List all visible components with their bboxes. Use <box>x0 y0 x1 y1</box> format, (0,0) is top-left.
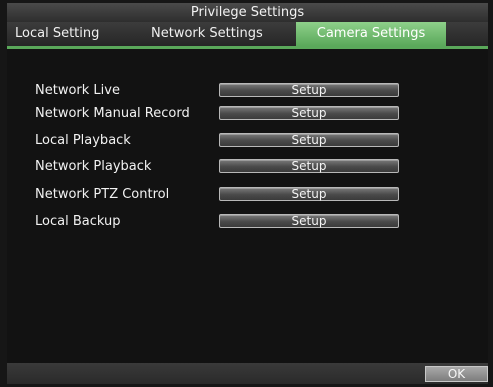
network-live-setup-button[interactable]: Setup <box>219 83 399 97</box>
tab-network-settings[interactable]: Network Settings <box>147 22 295 46</box>
dialog-footer: OK <box>7 363 488 384</box>
setting-label: Network Live <box>35 83 120 98</box>
setting-row-network-playback: Network Playback Setup <box>7 157 488 177</box>
setting-row-local-backup: Local Backup Setup <box>7 212 488 232</box>
dialog-title: Privilege Settings <box>7 3 488 22</box>
ok-button[interactable]: OK <box>425 366 488 382</box>
setting-label: Local Playback <box>35 133 131 148</box>
local-playback-setup-button[interactable]: Setup <box>219 133 399 147</box>
network-manual-record-setup-button[interactable]: Setup <box>219 106 399 120</box>
setting-label: Network Manual Record <box>35 106 190 121</box>
setting-row-network-live: Network Live Setup <box>7 81 488 101</box>
setting-row-network-ptz-control: Network PTZ Control Setup <box>7 185 488 205</box>
network-playback-setup-button[interactable]: Setup <box>219 159 399 173</box>
setting-row-network-manual-record: Network Manual Record Setup <box>7 104 488 124</box>
privilege-settings-dialog: Privilege Settings Local Setting Network… <box>7 3 488 384</box>
setting-label: Network PTZ Control <box>35 187 170 202</box>
local-backup-setup-button[interactable]: Setup <box>219 214 399 228</box>
setting-label: Network Playback <box>35 159 152 174</box>
tab-local-setting[interactable]: Local Setting <box>7 22 137 46</box>
setting-row-local-playback: Local Playback Setup <box>7 131 488 151</box>
settings-panel: Network Live Setup Network Manual Record… <box>7 49 488 363</box>
tab-camera-settings[interactable]: Camera Settings <box>296 22 446 46</box>
network-ptz-control-setup-button[interactable]: Setup <box>219 187 399 201</box>
tab-bar: Local Setting Network Settings Camera Se… <box>7 22 488 46</box>
setting-label: Local Backup <box>35 214 121 229</box>
